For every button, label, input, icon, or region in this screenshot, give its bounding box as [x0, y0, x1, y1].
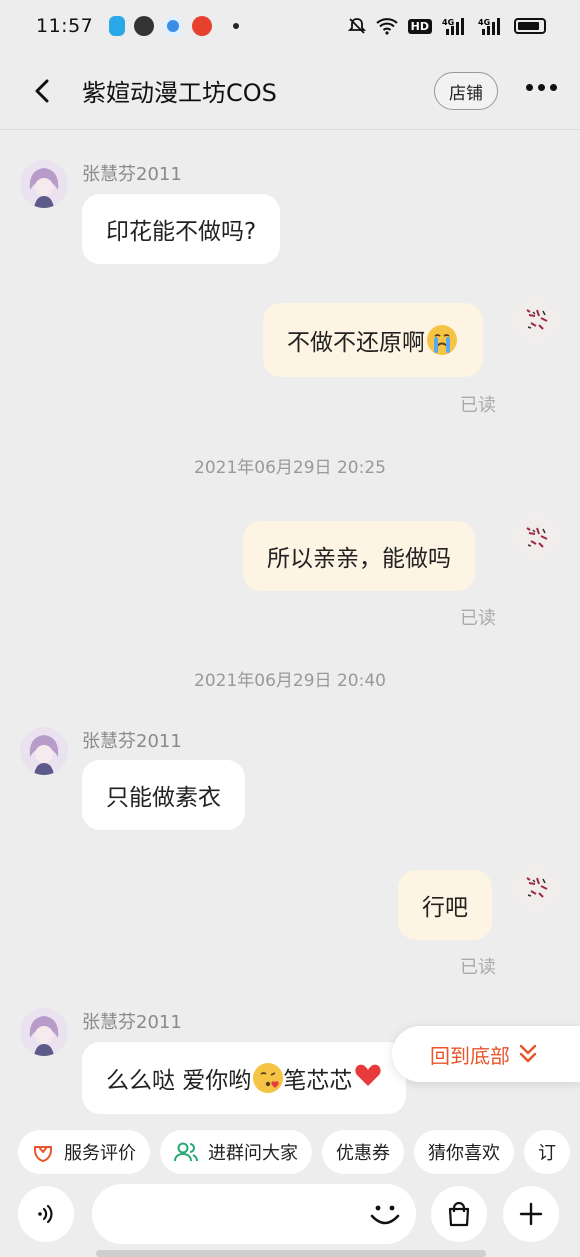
shop-avatar-icon	[513, 864, 559, 910]
plus-icon	[519, 1202, 543, 1226]
message-text: 只能做素衣	[106, 785, 221, 811]
back-arrow-icon	[35, 79, 49, 102]
status-time: 11:57	[36, 15, 94, 37]
jump-to-bottom-label: 回到底部	[430, 1043, 510, 1068]
message-timestamp: 2021年06月29日 20:25	[194, 458, 386, 478]
chip-label: 服务评价	[64, 1143, 136, 1164]
wechat-icon	[134, 16, 155, 36]
svg-text:4G: 4G	[478, 18, 490, 27]
chip-service-rating[interactable]: 服务评价	[18, 1130, 150, 1174]
group-icon	[174, 1142, 198, 1162]
message-bubble-outgoing[interactable]: 所以亲亲，能做吗	[243, 521, 475, 591]
home-indicator	[96, 1250, 486, 1257]
browser-icon	[163, 16, 184, 36]
wifi-icon	[375, 18, 398, 35]
battery-icon	[514, 18, 546, 34]
chip-label: 订	[538, 1143, 556, 1164]
quick-action-bar: 服务评价 进群问大家 优惠券 猜你喜欢 订	[0, 1114, 580, 1190]
message-bubble-outgoing[interactable]: 不做不还原啊	[263, 303, 483, 377]
avatar[interactable]	[20, 160, 68, 208]
page-title: 紫媗动漫工坊COS	[82, 79, 277, 107]
heart-emoji-icon	[354, 1062, 382, 1094]
crying-emoji-icon	[427, 325, 457, 355]
service-rating-icon	[34, 1146, 52, 1162]
mute-icon	[347, 18, 366, 34]
signal-4g-icon: 4G	[478, 18, 500, 35]
avatar[interactable]	[20, 727, 68, 775]
shopping-bag-icon	[448, 1201, 470, 1227]
shop-avatar-icon	[513, 514, 559, 560]
emoji-button[interactable]	[368, 1199, 402, 1235]
product-bag-button[interactable]	[431, 1186, 487, 1242]
jump-to-bottom-button[interactable]: 回到底部	[392, 1026, 580, 1082]
more-dot-icon	[538, 84, 545, 91]
read-status: 已读	[460, 395, 496, 416]
message-text: 所以亲亲，能做吗	[267, 546, 451, 572]
qq-icon	[109, 16, 126, 36]
voice-icon	[38, 1204, 53, 1224]
more-actions-button[interactable]	[503, 1186, 559, 1242]
kissing-emoji-icon	[253, 1063, 284, 1093]
double-chevron-down-icon	[519, 1044, 537, 1063]
status-bar: 11:57 HD 4G 4G	[0, 0, 580, 52]
anime-avatar-icon	[20, 1008, 68, 1056]
status-right: HD 4G 4G	[347, 17, 546, 35]
weibo-icon	[192, 16, 213, 36]
more-options-button[interactable]	[526, 84, 557, 91]
notification-icons	[109, 16, 240, 36]
chip-label: 猜你喜欢	[428, 1143, 500, 1164]
message-text: 么么哒 爱你哟	[106, 1068, 252, 1094]
more-notifications-dot	[233, 23, 240, 29]
message-bubble-incoming[interactable]: 么么哒 爱你哟 笔芯芯	[82, 1042, 407, 1114]
message-bubble-incoming[interactable]: 只能做素衣	[82, 760, 245, 830]
hd-icon: HD	[407, 18, 432, 34]
my-avatar[interactable]	[513, 864, 559, 910]
store-button[interactable]: 店铺	[434, 72, 498, 110]
my-avatar[interactable]	[513, 514, 559, 560]
chip-join-group[interactable]: 进群问大家	[160, 1130, 312, 1174]
voice-button[interactable]	[18, 1186, 74, 1242]
sender-name: 张慧芬2011	[82, 1012, 182, 1033]
sender-name: 张慧芬2011	[82, 164, 182, 185]
anime-avatar-icon	[20, 160, 68, 208]
svg-text:4G: 4G	[442, 18, 454, 27]
chip-label: 优惠券	[336, 1143, 390, 1164]
anime-avatar-icon	[20, 727, 68, 775]
signal-4g-icon: 4G	[442, 18, 464, 35]
my-avatar[interactable]	[513, 296, 559, 342]
more-dot-icon	[526, 84, 533, 91]
back-button[interactable]	[12, 61, 72, 121]
message-text: 行吧	[422, 895, 468, 921]
chip-orders[interactable]: 订	[524, 1130, 570, 1174]
read-status: 已读	[460, 957, 496, 978]
chip-label: 进群问大家	[208, 1143, 298, 1164]
message-text: 不做不还原啊	[287, 330, 425, 356]
more-dot-icon	[550, 84, 557, 91]
message-bubble-incoming[interactable]: 印花能不做吗?	[82, 194, 281, 264]
chat-header: 紫媗动漫工坊COS 店铺	[0, 52, 580, 130]
message-timestamp: 2021年06月29日 20:40	[194, 671, 386, 691]
chip-recommendations[interactable]: 猜你喜欢	[414, 1130, 514, 1174]
smiley-icon	[370, 1205, 400, 1225]
message-bubble-outgoing[interactable]: 行吧	[398, 870, 492, 940]
message-text: 笔芯芯	[283, 1068, 353, 1094]
read-status: 已读	[460, 608, 496, 629]
chip-coupons[interactable]: 优惠券	[322, 1130, 404, 1174]
shop-avatar-icon	[513, 296, 559, 342]
sender-name: 张慧芬2011	[82, 731, 182, 752]
avatar[interactable]	[20, 1008, 68, 1056]
message-text: 印花能不做吗?	[106, 219, 257, 245]
input-bar	[0, 1184, 580, 1257]
